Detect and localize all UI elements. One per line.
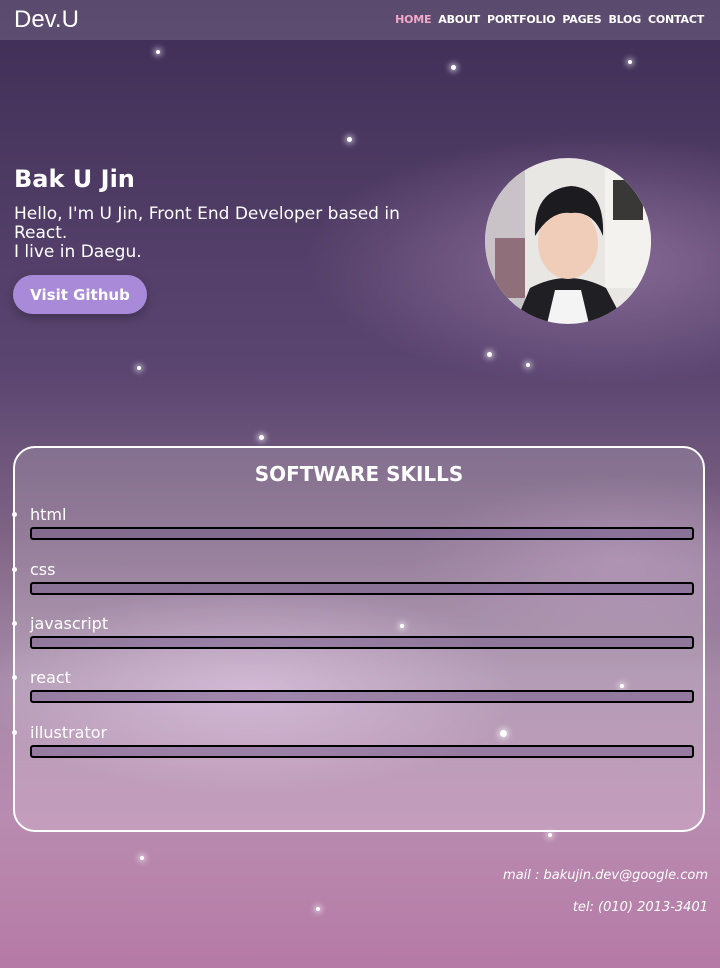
visit-github-button[interactable]: Visit Github	[13, 275, 147, 314]
bullet-icon	[12, 621, 17, 626]
hero-intro-line: I live in Daegu.	[14, 242, 142, 262]
hero-name: Bak U Jin	[14, 165, 135, 193]
nav-home[interactable]: HOME	[395, 13, 431, 26]
skill-progress-bar	[30, 582, 694, 595]
software-skills-panel: SOFTWARE SKILLS html css javascript reac…	[12, 446, 705, 832]
nav-about[interactable]: ABOUT	[438, 13, 480, 26]
profile-avatar	[485, 158, 651, 324]
skill-progress-bar	[30, 527, 694, 540]
star-decoration	[451, 65, 456, 70]
main-nav: HOME ABOUT PORTFOLIO PAGES BLOG CONTACT	[395, 13, 704, 26]
star-decoration	[137, 366, 141, 370]
contact-mail: mail : bakujin.dev@google.com	[503, 868, 708, 883]
star-decoration	[548, 833, 552, 837]
top-header: Dev.U HOME ABOUT PORTFOLIO PAGES BLOG CO…	[0, 0, 720, 40]
hero-intro-line: Hello, I'm U Jin, Front End Developer ba…	[14, 204, 400, 243]
skill-label: javascript	[30, 614, 109, 633]
star-decoration	[347, 137, 352, 142]
nav-blog[interactable]: BLOG	[608, 13, 641, 26]
star-decoration	[526, 363, 530, 367]
nav-pages[interactable]: PAGES	[562, 13, 601, 26]
nav-contact[interactable]: CONTACT	[648, 13, 704, 26]
skill-progress-bar	[30, 745, 694, 758]
skill-label: css	[30, 560, 56, 579]
profile-photo	[485, 158, 651, 324]
nav-portfolio[interactable]: PORTFOLIO	[487, 13, 556, 26]
skill-label: react	[30, 668, 71, 687]
skill-label: illustrator	[30, 723, 108, 742]
contact-tel: tel: (010) 2013-3401	[572, 900, 708, 915]
bullet-icon	[12, 567, 17, 572]
skill-progress-bar	[30, 636, 694, 649]
star-decoration	[316, 907, 320, 911]
skill-label: html	[30, 505, 67, 524]
hero-intro: Hello, I'm U Jin, Front End Developer ba…	[14, 205, 434, 262]
site-logo[interactable]: Dev.U	[14, 6, 79, 34]
bullet-icon	[12, 675, 17, 680]
bullet-icon	[12, 730, 17, 735]
star-decoration	[156, 50, 160, 54]
skills-title: SOFTWARE SKILLS	[254, 462, 464, 486]
star-decoration	[487, 352, 492, 357]
star-decoration	[259, 435, 264, 440]
star-decoration	[140, 856, 144, 860]
bullet-icon	[12, 512, 17, 517]
star-decoration	[628, 60, 632, 64]
skill-progress-bar	[30, 690, 694, 703]
